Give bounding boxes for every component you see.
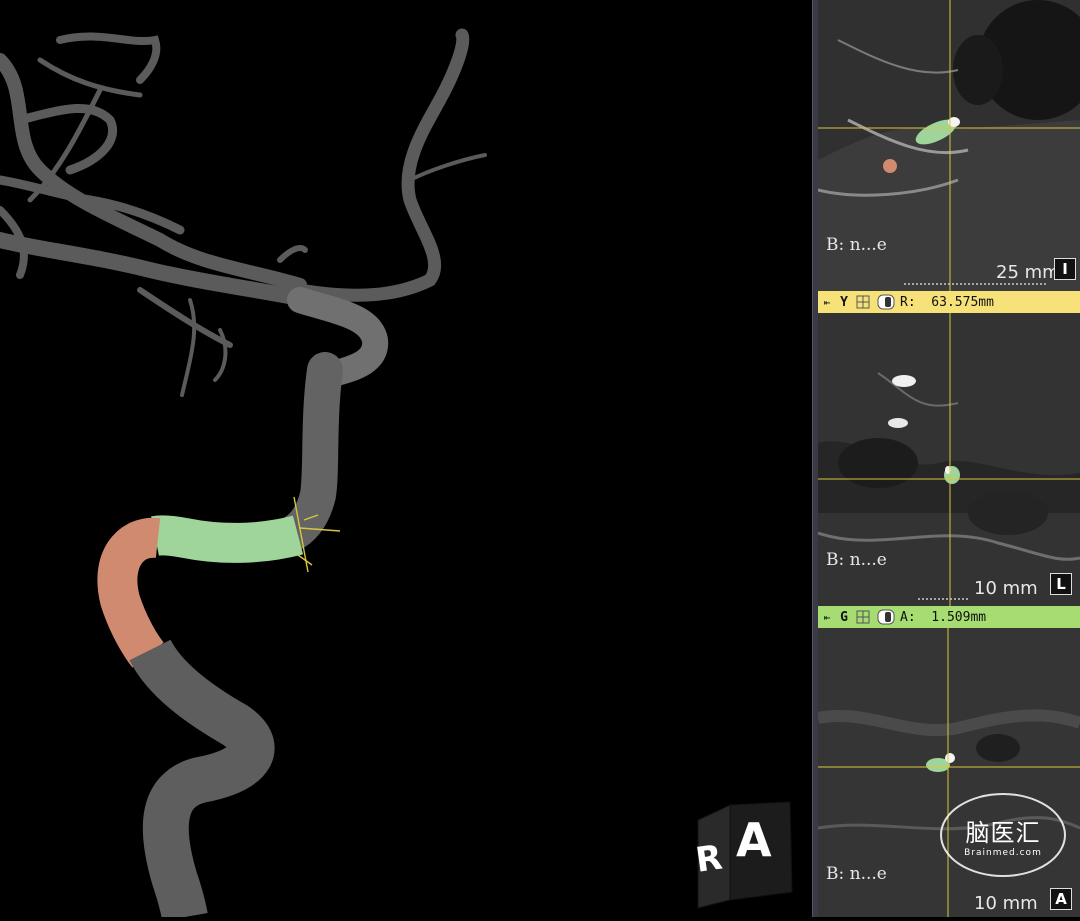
- vessel-tree: [0, 28, 487, 397]
- watermark-text: 脑医汇: [965, 818, 1041, 847]
- orientation-icon[interactable]: I: [1054, 258, 1076, 280]
- pane-series-label: B: n...e: [826, 550, 887, 570]
- vessel-render: [0, 28, 487, 921]
- link-toggle-icon[interactable]: [874, 606, 898, 628]
- slice-coordinate: A: 1.509mm: [900, 609, 987, 625]
- collapse-arrow-icon[interactable]: ⇤: [818, 606, 836, 628]
- grid-icon[interactable]: [852, 606, 874, 628]
- slice-toolbar-green: ⇤ G A: 1.509mm: [818, 606, 1080, 628]
- stenosis-segment-orange: [97, 517, 164, 668]
- 3d-vessel-viewport[interactable]: R A: [0, 0, 812, 921]
- slice-pane-coronal[interactable]: 脑医汇 Brainmed.com B: n...e 10 mm A: [818, 628, 1080, 917]
- scale-bar-label: 10 mm: [974, 893, 1038, 914]
- ica-upper-segment: [272, 352, 343, 553]
- slice-pane-sagittal[interactable]: B: n...e 10 mm L: [818, 313, 1080, 606]
- plane-letter: G: [840, 609, 848, 625]
- watermark-subtext: Brainmed.com: [964, 847, 1042, 858]
- orientation-icon[interactable]: A: [1050, 888, 1072, 910]
- scale-bar-label: 25 mm: [996, 262, 1060, 283]
- scale-bar-label: 10 mm: [974, 578, 1038, 599]
- cube-face-front-label: A: [736, 813, 772, 867]
- pane-series-label: B: n...e: [826, 864, 887, 884]
- selected-segment-green: [151, 515, 304, 563]
- link-toggle-icon[interactable]: [874, 291, 898, 313]
- orientation-cube[interactable]: R A: [690, 800, 800, 910]
- orientation-icon[interactable]: L: [1050, 573, 1072, 595]
- cube-face-left-label: R: [693, 838, 724, 881]
- pane-series-label: B: n...e: [826, 235, 887, 255]
- plane-letter: Y: [840, 294, 848, 310]
- watermark-logo: 脑医汇 Brainmed.com: [940, 793, 1066, 877]
- ica-lower-segment: [129, 638, 275, 921]
- slice-toolbar-yellow: ⇤ Y R: 63.575mm: [818, 291, 1080, 313]
- slice-pane-axial[interactable]: B: n...e 25 mm I: [818, 0, 1080, 291]
- slice-coordinate: R: 63.575mm: [900, 294, 994, 310]
- collapse-arrow-icon[interactable]: ⇤: [818, 291, 836, 313]
- grid-icon[interactable]: [852, 291, 874, 313]
